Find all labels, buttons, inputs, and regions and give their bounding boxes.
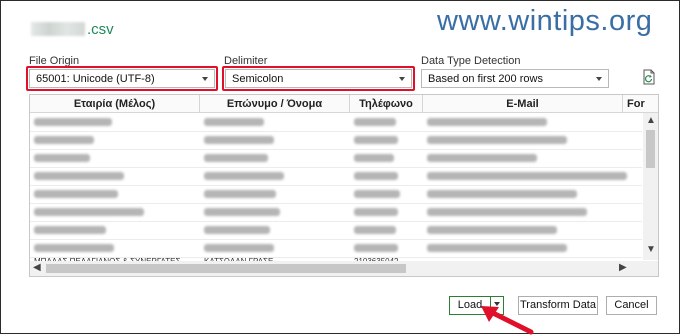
blurred-cell xyxy=(427,208,587,216)
blurred-cell xyxy=(204,118,264,126)
data-type-detection-select[interactable]: Based on first 200 rows xyxy=(421,69,609,88)
blurred-cell xyxy=(354,172,398,180)
delimiter-highlight xyxy=(222,66,415,91)
blurred-cell xyxy=(427,226,557,234)
blurred-cell xyxy=(34,154,90,162)
blurred-cell xyxy=(34,244,114,252)
blurred-cell xyxy=(427,136,567,144)
vertical-scroll-thumb[interactable] xyxy=(646,130,655,168)
scroll-left-icon[interactable]: ◀ xyxy=(33,262,41,273)
blurred-cell xyxy=(204,172,284,180)
scroll-up-icon[interactable]: ▲ xyxy=(646,115,656,126)
blurred-cell xyxy=(34,226,106,234)
blurred-cell xyxy=(354,118,396,126)
blurred-cell xyxy=(204,244,274,252)
blurred-cell xyxy=(427,172,627,180)
scroll-right-icon[interactable]: ▶ xyxy=(619,262,627,273)
blurred-cell xyxy=(34,190,118,198)
file-origin-highlight xyxy=(26,66,218,91)
table-row xyxy=(30,131,642,150)
column-header: Επώνυμο / Όνομα xyxy=(200,95,350,113)
horizontal-scrollbar[interactable]: ◀ ▶ xyxy=(30,261,658,276)
table-row xyxy=(30,113,642,132)
blurred-cell xyxy=(204,154,268,162)
blurred-cell xyxy=(34,208,144,216)
blurred-cell xyxy=(204,226,270,234)
preview-table[interactable]: Εταιρία (Μέλος) Επώνυμο / Όνομα Τηλέφωνο… xyxy=(29,94,659,277)
refresh-icon[interactable] xyxy=(641,69,657,85)
blurred-cell xyxy=(34,172,124,180)
blurred-cell xyxy=(354,154,394,162)
blurred-cell xyxy=(34,136,94,144)
blurred-cell xyxy=(427,118,547,126)
table-row xyxy=(30,167,642,186)
table-row xyxy=(30,221,642,240)
blurred-cell xyxy=(427,244,567,252)
watermark-text: www.wintips.org xyxy=(437,5,653,37)
chevron-down-icon xyxy=(596,77,602,81)
blurred-cell xyxy=(354,244,398,252)
blurred-cell xyxy=(34,118,112,126)
column-header: E-Mail xyxy=(423,95,623,113)
column-header: Τηλέφωνο xyxy=(350,95,423,113)
data-type-detection-label: Data Type Detection xyxy=(421,55,521,67)
cancel-button[interactable]: Cancel xyxy=(606,296,657,315)
table-row xyxy=(30,149,642,168)
blurred-cell xyxy=(354,226,396,234)
red-arrow-icon xyxy=(481,306,534,335)
blurred-cell xyxy=(354,208,398,216)
blurred-cell xyxy=(354,136,398,144)
scroll-down-icon[interactable]: ▼ xyxy=(646,244,656,255)
blurred-cell xyxy=(204,208,280,216)
data-type-detection-value: Based on first 200 rows xyxy=(428,73,543,85)
blurred-cell xyxy=(354,190,400,198)
blurred-cell xyxy=(427,190,577,198)
horizontal-scroll-thumb[interactable] xyxy=(46,264,406,273)
table-row xyxy=(30,239,642,258)
import-dialog: .csv www.wintips.org File Origin 65001: … xyxy=(0,0,680,335)
column-header: Εταιρία (Μέλος) xyxy=(30,95,200,113)
blurred-cell xyxy=(204,136,274,144)
vertical-scrollbar[interactable]: ▲ ▼ xyxy=(643,113,658,260)
table-row xyxy=(30,203,642,222)
blurred-filename xyxy=(31,22,85,36)
blurred-cell xyxy=(204,190,276,198)
dialog-title: .csv xyxy=(31,21,114,38)
column-header: For xyxy=(623,95,658,113)
blurred-cell xyxy=(427,154,537,162)
title-extension: .csv xyxy=(87,21,114,38)
table-row xyxy=(30,185,642,204)
